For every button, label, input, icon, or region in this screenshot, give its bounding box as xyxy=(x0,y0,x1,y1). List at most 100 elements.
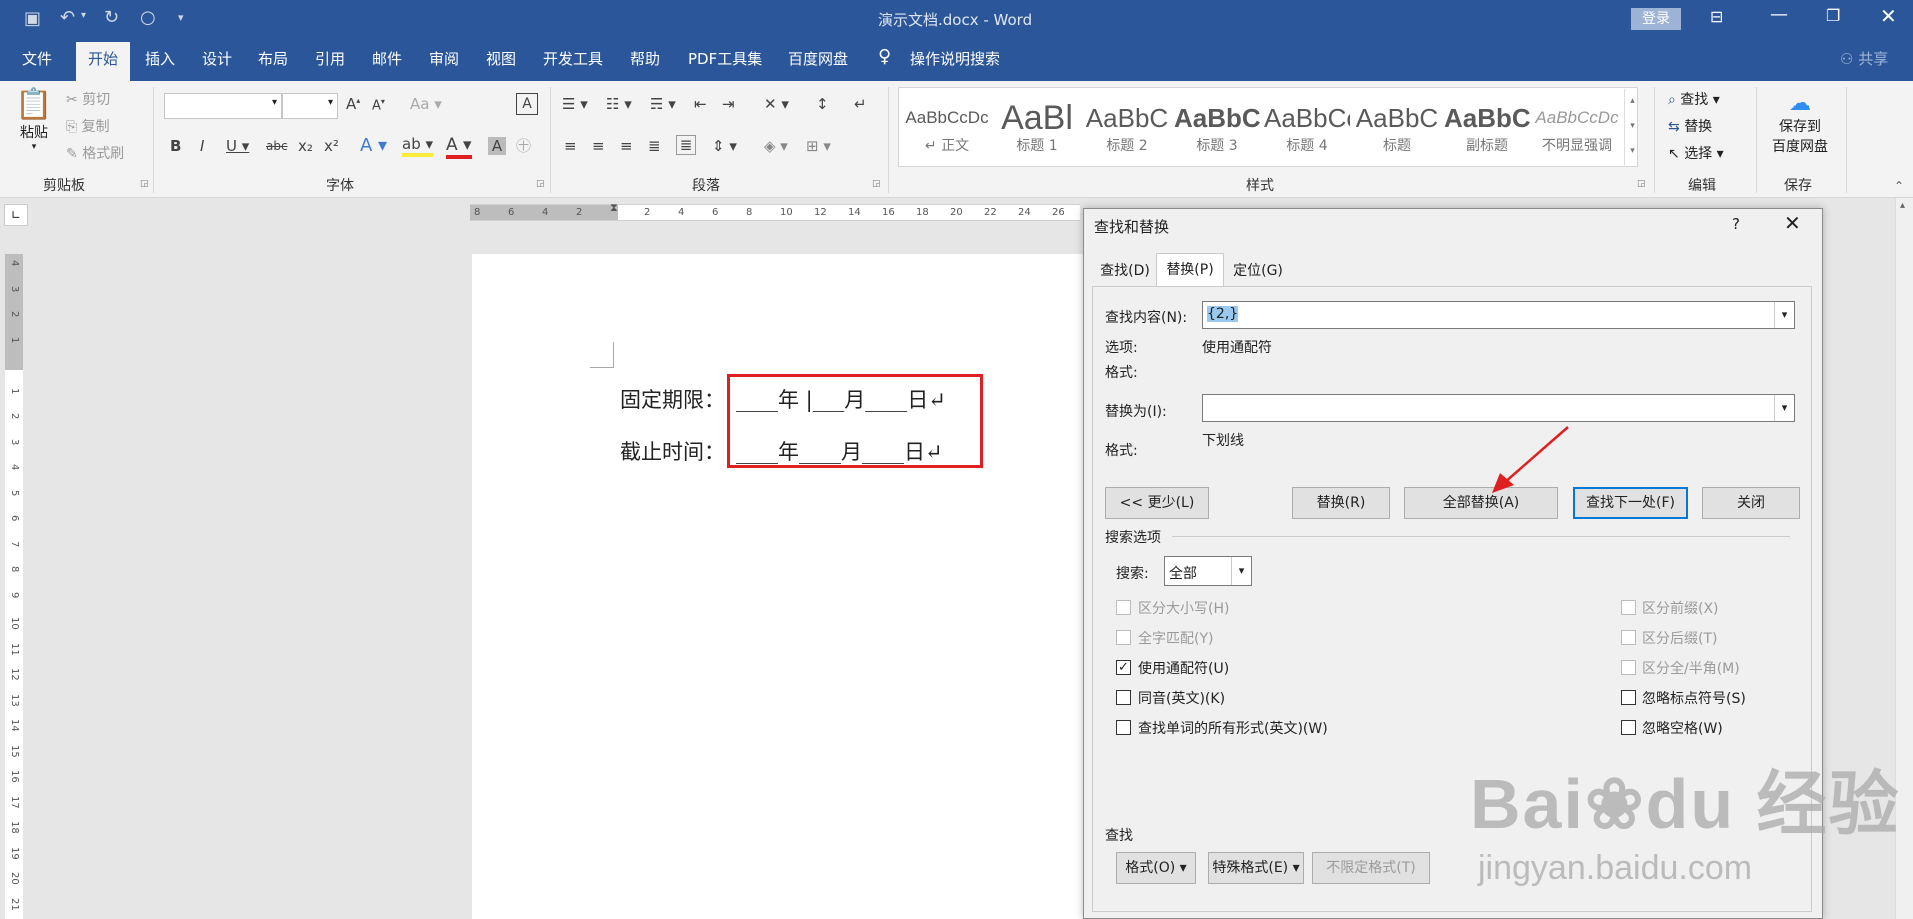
tab-developer[interactable]: 开发工具 xyxy=(543,48,603,69)
style-item[interactable]: AaBbCc 标题 4 xyxy=(1264,95,1350,157)
multilevel-list-icon[interactable]: ☴ ▾ xyxy=(650,95,676,113)
tab-help[interactable]: 帮助 xyxy=(630,48,660,69)
indent-marker-icon[interactable]: ⧗ xyxy=(610,201,618,215)
bullets-icon[interactable]: ☰ ▾ xyxy=(562,95,588,113)
collapse-ribbon-icon[interactable]: ⌃ xyxy=(1894,179,1904,193)
sort-icon[interactable]: ↕ xyxy=(816,95,829,113)
tab-goto[interactable]: 定位(G) xyxy=(1224,257,1292,287)
bold-icon[interactable]: B xyxy=(170,137,181,155)
checkbox[interactable] xyxy=(1621,690,1636,705)
checkbox[interactable] xyxy=(1621,720,1636,735)
special-button[interactable]: 特殊格式(E) ▾ xyxy=(1208,852,1304,884)
text-effects-icon[interactable]: A ▾ xyxy=(360,135,387,156)
doc-line-label-2[interactable]: 截止时间： xyxy=(620,436,725,466)
chevron-down-icon[interactable]: ▾ xyxy=(1774,302,1794,328)
shrink-font-icon[interactable]: A▾ xyxy=(372,97,385,113)
checkbox-label[interactable]: 全字匹配(Y) xyxy=(1138,628,1213,648)
styles-launcher-icon[interactable]: ◲ xyxy=(1637,179,1646,189)
font-launcher-icon[interactable]: ◲ xyxy=(536,179,545,189)
underline-icon[interactable]: U ▾ xyxy=(226,137,249,155)
ribbon-display-icon[interactable]: ⊟ xyxy=(1710,7,1723,26)
tell-me-search[interactable]: 操作说明搜索 xyxy=(910,48,1000,69)
format-painter-button[interactable]: ✎ 格式刷 xyxy=(66,143,124,163)
format-button[interactable]: 格式(O) ▾ xyxy=(1116,852,1196,884)
replace-button[interactable]: 替换(R) xyxy=(1292,487,1390,519)
style-item[interactable]: AaBbCcDc 不明显强调 xyxy=(1534,95,1620,157)
less-button[interactable]: << 更少(L) xyxy=(1105,487,1209,519)
line-spacing-icon[interactable]: ⇕ ▾ xyxy=(712,137,737,155)
tab-design[interactable]: 设计 xyxy=(202,48,232,69)
checkbox[interactable] xyxy=(1116,690,1131,705)
checkbox[interactable] xyxy=(1116,720,1131,735)
close-button[interactable]: 关闭 xyxy=(1702,487,1800,519)
tab-home[interactable]: 开始 xyxy=(76,42,130,81)
tab-find[interactable]: 查找(D) xyxy=(1094,257,1156,287)
style-item[interactable]: AaBbCcDc ↵ 正文 xyxy=(904,95,990,157)
vertical-ruler[interactable]: 4 3 2 1 1 2 3 4 5 6 7 8 9 10 11 12 13 14 15 16 17 18 19 20 21 xyxy=(5,254,23,919)
grow-font-icon[interactable]: A▴ xyxy=(346,95,360,113)
font-size-combo[interactable]: ▾ xyxy=(282,93,338,119)
find-input[interactable]: {2,} ▾ xyxy=(1202,301,1795,329)
login-button[interactable]: 登录 xyxy=(1631,8,1681,30)
style-item[interactable]: AaBbC 标题 2 xyxy=(1084,95,1170,157)
doc-line-label-1[interactable]: 固定期限： xyxy=(620,384,725,414)
paste-button[interactable]: 📋 粘贴 ▾ xyxy=(14,87,54,167)
checkbox[interactable]: ✓ xyxy=(1116,660,1131,675)
restore-icon[interactable]: ❐ xyxy=(1826,6,1840,25)
decrease-indent-icon[interactable]: ⇤ xyxy=(694,95,707,113)
circle-icon[interactable]: ○ xyxy=(140,7,156,28)
tab-replace[interactable]: 替换(P) xyxy=(1156,253,1224,287)
checkbox[interactable] xyxy=(1621,660,1636,675)
enclose-character-icon[interactable]: ㊉ xyxy=(516,135,531,156)
checkbox-label[interactable]: 区分前缀(X) xyxy=(1642,598,1719,618)
tab-selector[interactable]: ∟ xyxy=(4,204,28,226)
checkbox[interactable] xyxy=(1621,600,1636,615)
borders-icon[interactable]: ⊞ ▾ xyxy=(806,137,831,155)
show-marks-icon[interactable]: ↵ xyxy=(854,95,867,113)
save-icon[interactable]: ▣ xyxy=(24,8,41,29)
clear-formatting-icon[interactable]: A xyxy=(516,93,538,115)
tab-baidu-netdisk[interactable]: 百度网盘 xyxy=(788,48,848,69)
align-right-icon[interactable]: ≡ xyxy=(620,137,633,155)
horizontal-ruler[interactable]: ⧗ 8 6 4 2 2 4 6 8 10 12 14 16 18 20 22 24 26 xyxy=(470,201,1080,221)
close-window-icon[interactable]: ✕ xyxy=(1880,4,1897,28)
checkbox[interactable] xyxy=(1116,600,1131,615)
subscript-icon[interactable]: x₂ xyxy=(298,137,313,155)
checkbox-label[interactable]: 区分全/半角(M) xyxy=(1642,658,1740,678)
checkbox-label[interactable]: 区分大小写(H) xyxy=(1138,598,1229,618)
chevron-down-icon[interactable]: ▾ xyxy=(1774,395,1794,421)
style-item[interactable]: AaBl 标题 1 xyxy=(994,95,1080,157)
tab-layout[interactable]: 布局 xyxy=(258,48,288,69)
paragraph-launcher-icon[interactable]: ◲ xyxy=(872,179,881,189)
styles-scroll[interactable]: ▴ ▾ ▾ xyxy=(1624,89,1640,165)
copy-button[interactable]: ⎘ 复制 xyxy=(66,116,110,136)
replace-input[interactable]: ▾ xyxy=(1202,394,1795,422)
tab-view[interactable]: 视图 xyxy=(486,48,516,69)
font-name-combo[interactable]: ▾ xyxy=(164,93,282,119)
undo-icon[interactable]: ↶ xyxy=(60,7,75,28)
save-to-baidu-button[interactable]: ☁ 保存到 百度网盘 xyxy=(1764,91,1836,156)
tab-mailings[interactable]: 邮件 xyxy=(372,48,402,69)
help-button[interactable]: ? xyxy=(1732,215,1740,233)
tab-review[interactable]: 审阅 xyxy=(429,48,459,69)
search-direction-select[interactable]: 全部 ▾ xyxy=(1164,556,1252,586)
tab-pdf-tools[interactable]: PDF工具集 xyxy=(688,48,762,69)
align-center-icon[interactable]: ≡ xyxy=(592,137,605,155)
chevron-up-icon[interactable]: ▴ xyxy=(1900,200,1905,211)
checkbox[interactable] xyxy=(1116,630,1131,645)
superscript-icon[interactable]: x² xyxy=(324,137,339,155)
find-next-button[interactable]: 查找下一处(F) xyxy=(1573,487,1688,519)
close-dialog-icon[interactable]: ✕ xyxy=(1784,211,1801,235)
change-case-icon[interactable]: Aa ▾ xyxy=(410,95,442,113)
font-color-icon[interactable]: A ▾ xyxy=(446,135,472,159)
increase-indent-icon[interactable]: ⇥ xyxy=(722,95,735,113)
style-item[interactable]: AaBbC 副标题 xyxy=(1444,95,1530,157)
shading-icon[interactable]: ◈ ▾ xyxy=(764,137,788,155)
checkbox-label[interactable]: 区分后缀(T) xyxy=(1642,628,1717,648)
checkbox-label[interactable]: 同音(英文)(K) xyxy=(1138,688,1225,708)
tab-insert[interactable]: 插入 xyxy=(145,48,175,69)
numbering-icon[interactable]: ☷ ▾ xyxy=(606,95,632,113)
redo-icon[interactable]: ↻ xyxy=(104,7,119,28)
select-button[interactable]: ↖ 选择 ▾ xyxy=(1668,143,1724,163)
distributed-icon[interactable]: ≣ xyxy=(676,135,696,155)
